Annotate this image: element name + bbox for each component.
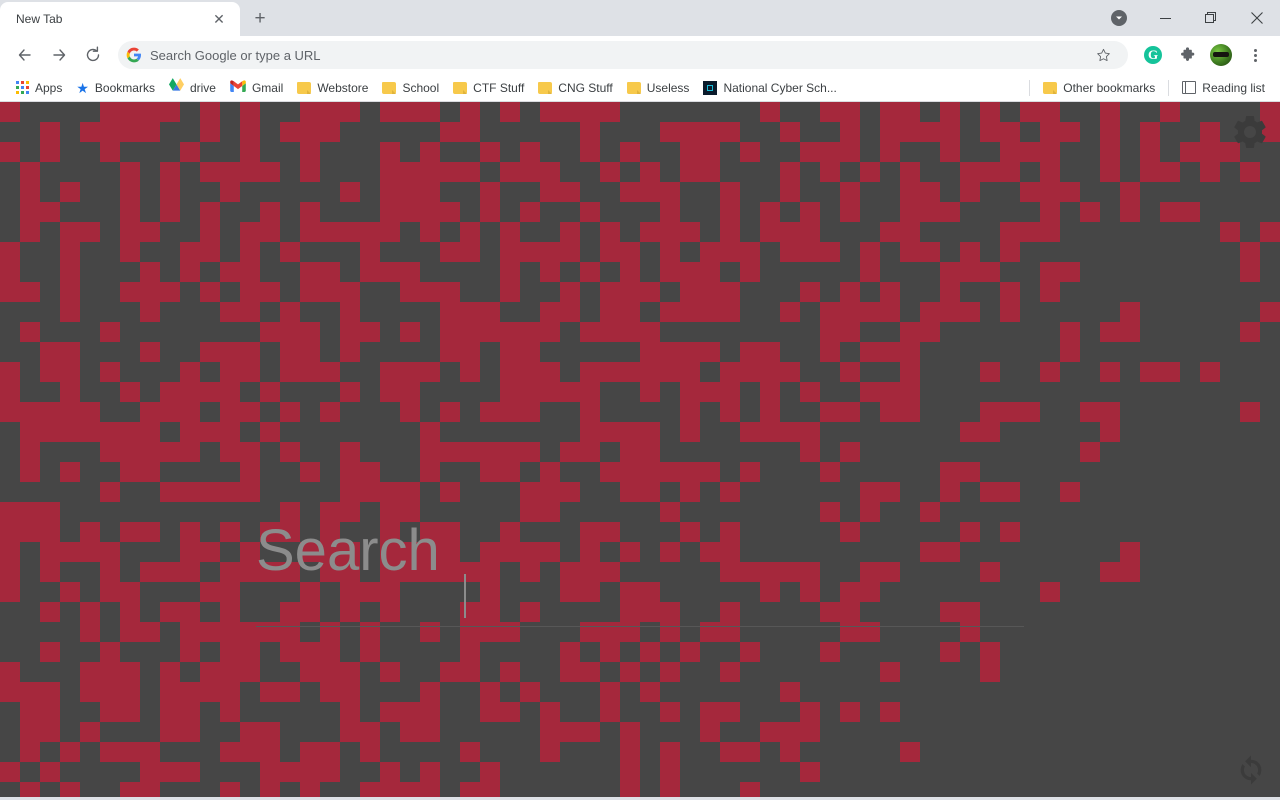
reading-list-icon <box>1182 81 1197 94</box>
bookmark-label: Apps <box>35 80 63 95</box>
bookmark-label: Gmail <box>251 80 284 95</box>
bookmark-label: Bookmarks <box>94 80 155 95</box>
google-drive-icon <box>168 78 184 97</box>
minimize-icon[interactable] <box>1142 0 1188 36</box>
folder-icon <box>382 81 397 94</box>
bookmark-item-drive[interactable]: drive <box>162 77 223 99</box>
search-input[interactable]: Search Google or type a URL <box>150 48 1090 63</box>
grammarly-extension-icon[interactable]: G <box>1138 40 1168 70</box>
reading-list-button[interactable]: Reading list <box>1175 77 1272 99</box>
folder-icon <box>297 81 312 94</box>
bookmark-item-national-cyber-school[interactable]: National Cyber Sch... <box>696 77 843 99</box>
search-underline <box>256 626 1024 627</box>
bookmark-label: Useless <box>646 80 690 95</box>
profile-avatar[interactable] <box>1206 40 1236 70</box>
bookmark-item-school[interactable]: School <box>375 77 446 99</box>
national-cyber-school-icon <box>703 80 718 95</box>
extensions-puzzle-icon[interactable] <box>1172 40 1202 70</box>
tab-title: New Tab <box>16 12 63 26</box>
reading-list-label: Reading list <box>1202 80 1265 95</box>
maximize-icon[interactable] <box>1188 0 1234 36</box>
bookmark-label: School <box>402 80 440 95</box>
tab-strip: New Tab ✕ + <box>0 0 1280 36</box>
bookmark-label: Webstore <box>317 80 369 95</box>
google-g-icon <box>126 47 142 63</box>
folder-icon <box>1043 81 1058 94</box>
address-bar[interactable]: Search Google or type a URL <box>118 41 1128 69</box>
tab-new-tab[interactable]: New Tab ✕ <box>0 2 240 36</box>
bookmark-label: CNG Stuff <box>558 80 613 95</box>
star-icon: ★ <box>76 79 89 96</box>
bookmark-label: drive <box>189 80 216 95</box>
close-window-icon[interactable] <box>1234 0 1280 36</box>
browser-menu-icon[interactable] <box>1240 40 1270 70</box>
gear-icon[interactable] <box>1230 112 1270 152</box>
text-caret <box>464 574 466 618</box>
back-icon[interactable] <box>10 40 40 70</box>
new-tab-page: Search <box>0 102 1280 797</box>
download-indicator-icon[interactable] <box>1096 0 1142 36</box>
search-box[interactable]: Search <box>256 522 1024 580</box>
bookmark-label: CTF Stuff <box>473 80 525 95</box>
search-placeholder: Search <box>256 518 440 583</box>
divider <box>1168 79 1170 96</box>
apps-grid-icon <box>15 81 29 95</box>
gmail-icon <box>230 79 246 97</box>
new-tab-button[interactable]: + <box>246 5 274 33</box>
bookmark-item-gmail[interactable]: Gmail <box>223 77 290 99</box>
forward-icon[interactable] <box>44 40 74 70</box>
bookmark-item-bookmarks[interactable]: ★ Bookmarks <box>69 77 162 99</box>
bookmark-item-cng-stuff[interactable]: CNG Stuff <box>531 77 619 99</box>
bookmarks-bar-right: Other bookmarks Reading list <box>1023 77 1272 99</box>
folder-icon <box>626 81 641 94</box>
avatar <box>1210 44 1232 66</box>
bookmarks-bar: Apps ★ Bookmarks drive Gmail Webstore Sc… <box>0 74 1280 102</box>
other-bookmarks-button[interactable]: Other bookmarks <box>1036 77 1162 99</box>
other-bookmarks-label: Other bookmarks <box>1063 80 1156 95</box>
close-icon[interactable]: ✕ <box>208 8 230 30</box>
reload-icon[interactable] <box>78 40 108 70</box>
bookmark-label: National Cyber Sch... <box>723 80 837 95</box>
qr-code-background <box>0 102 1280 797</box>
folder-icon <box>453 81 468 94</box>
bookmark-item-apps[interactable]: Apps <box>8 77 69 99</box>
bookmark-item-ctf-stuff[interactable]: CTF Stuff <box>446 77 531 99</box>
folder-icon <box>538 81 553 94</box>
divider <box>1029 79 1031 96</box>
bookmark-item-webstore[interactable]: Webstore <box>290 77 375 99</box>
browser-toolbar: Search Google or type a URL G <box>0 36 1280 74</box>
refresh-sync-icon[interactable] <box>1232 751 1270 789</box>
window-controls <box>1096 0 1280 36</box>
bookmark-star-icon[interactable] <box>1090 42 1116 68</box>
bookmark-item-useless[interactable]: Useless <box>620 77 697 99</box>
